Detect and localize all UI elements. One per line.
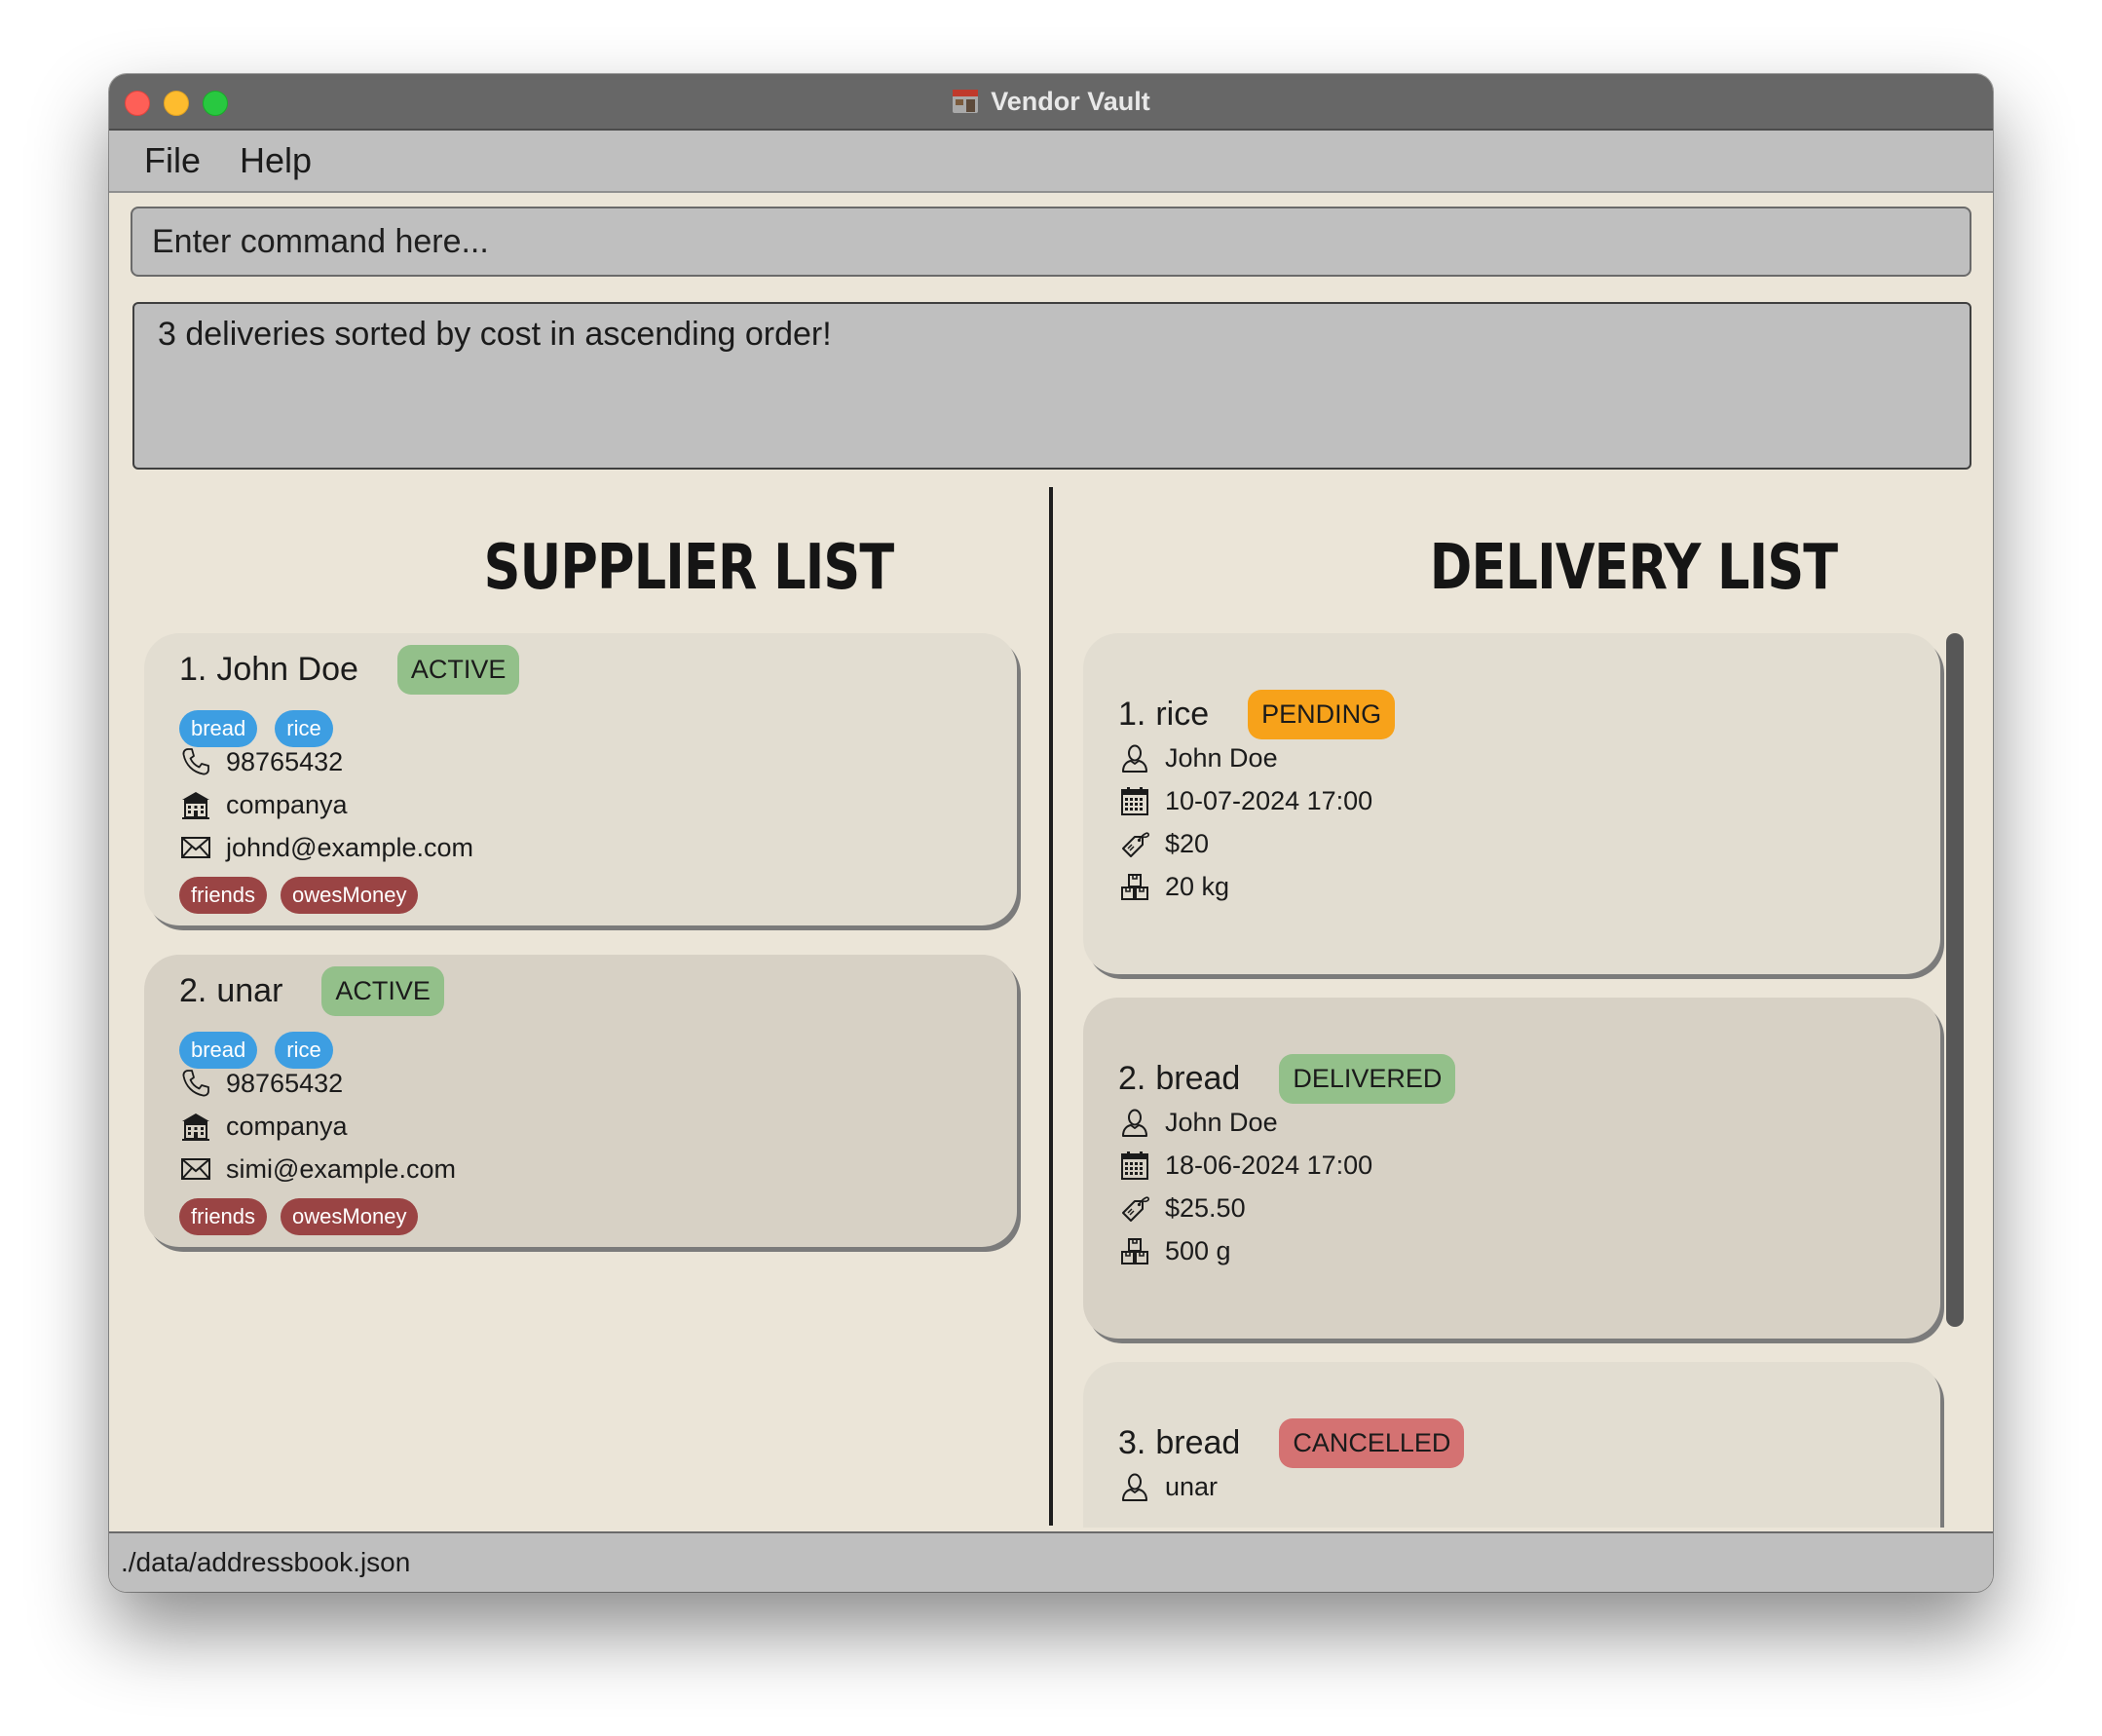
delivery-index: 2. bbox=[1118, 1060, 1146, 1097]
tag: owesMoney bbox=[281, 877, 419, 915]
person-icon bbox=[1118, 1107, 1151, 1138]
supplier-company: companya bbox=[226, 1111, 348, 1141]
app-window: Vendor Vault File Help 3 deliveries sort… bbox=[109, 74, 1993, 1592]
delivery-supplier: unar bbox=[1165, 1471, 1219, 1501]
supplier-email: simi@example.com bbox=[226, 1153, 456, 1184]
delivery-list[interactable]: 1. rice PENDING John Doe 10-07-2024 17:0… bbox=[1083, 583, 1979, 1528]
product-tag: rice bbox=[275, 710, 333, 748]
delivery-date: 18-06-2024 17:00 bbox=[1165, 1150, 1373, 1180]
tag: owesMoney bbox=[281, 1198, 419, 1236]
status-badge: ACTIVE bbox=[396, 645, 520, 695]
status-badge: DELIVERED bbox=[1279, 1054, 1456, 1104]
supplier-list-title: SUPPLIER LIST bbox=[483, 532, 895, 604]
tag: friends bbox=[179, 1198, 268, 1236]
delivery-card[interactable]: 2. bread DELIVERED John Doe 18-06-2024 1… bbox=[1083, 998, 1940, 1339]
calendar-icon bbox=[1118, 785, 1151, 816]
delivery-cost: $25.50 bbox=[1165, 1192, 1246, 1223]
supplier-index: 1. bbox=[179, 651, 207, 688]
result-display: 3 deliveries sorted by cost in ascending… bbox=[132, 302, 1971, 470]
boxes-icon bbox=[1118, 871, 1151, 902]
supplier-email: johnd@example.com bbox=[226, 832, 474, 862]
status-badge: ACTIVE bbox=[321, 966, 444, 1016]
delivery-index: 1. bbox=[1118, 696, 1146, 733]
status-badge: PENDING bbox=[1248, 690, 1396, 739]
panel-divider bbox=[1049, 487, 1053, 1526]
delivery-index: 3. bbox=[1118, 1424, 1146, 1461]
tag: friends bbox=[179, 877, 268, 915]
product-tag: bread bbox=[179, 1032, 258, 1070]
mail-icon bbox=[179, 832, 212, 863]
price-tag-icon bbox=[1118, 1192, 1151, 1224]
command-box bbox=[131, 207, 1971, 277]
person-icon bbox=[1118, 1471, 1151, 1502]
delivery-supplier: John Doe bbox=[1165, 742, 1278, 773]
product-tag: rice bbox=[275, 1032, 333, 1070]
menu-help[interactable]: Help bbox=[240, 140, 312, 181]
delivery-product: rice bbox=[1155, 696, 1210, 733]
menu-file[interactable]: File bbox=[144, 140, 201, 181]
delivery-cost: $20 bbox=[1165, 828, 1210, 858]
supplier-phone: 98765432 bbox=[226, 746, 344, 776]
delivery-product: bread bbox=[1155, 1424, 1241, 1461]
supplier-name: unar bbox=[216, 972, 283, 1009]
window-title: Vendor Vault bbox=[991, 86, 1150, 116]
delivery-card[interactable]: 1. rice PENDING John Doe 10-07-2024 17:0… bbox=[1083, 633, 1940, 974]
boxes-icon bbox=[1118, 1235, 1151, 1266]
product-tag: bread bbox=[179, 710, 258, 748]
person-icon bbox=[1118, 742, 1151, 774]
delivery-supplier: John Doe bbox=[1165, 1107, 1278, 1137]
calendar-icon bbox=[1118, 1150, 1151, 1181]
price-tag-icon bbox=[1118, 828, 1151, 859]
supplier-card[interactable]: 1. John Doe ACTIVE bread rice 98765432 c… bbox=[144, 633, 1017, 925]
supplier-phone: 98765432 bbox=[226, 1068, 344, 1098]
status-badge: CANCELLED bbox=[1279, 1418, 1465, 1468]
app-icon bbox=[953, 90, 979, 113]
supplier-card[interactable]: 2. unar ACTIVE bread rice 98765432 compa… bbox=[144, 955, 1017, 1247]
supplier-name: John Doe bbox=[216, 651, 358, 688]
delivery-quantity: 500 g bbox=[1165, 1235, 1231, 1265]
menu-bar: File Help bbox=[109, 131, 1993, 193]
delivery-card[interactable]: 3. bread CANCELLED unar bbox=[1083, 1362, 1940, 1528]
data-file-path: ./data/addressbook.json bbox=[121, 1547, 411, 1577]
phone-icon bbox=[179, 1068, 212, 1099]
mail-icon bbox=[179, 1153, 212, 1185]
supplier-index: 2. bbox=[179, 972, 207, 1009]
delivery-product: bread bbox=[1155, 1060, 1241, 1097]
building-icon bbox=[179, 1111, 212, 1142]
supplier-company: companya bbox=[226, 789, 348, 819]
building-icon bbox=[179, 789, 212, 820]
delivery-date: 10-07-2024 17:00 bbox=[1165, 785, 1373, 815]
delivery-quantity: 20 kg bbox=[1165, 871, 1230, 901]
title-bar: Vendor Vault bbox=[109, 74, 1993, 131]
delivery-scrollbar[interactable] bbox=[1946, 633, 1964, 1327]
phone-icon bbox=[179, 746, 212, 777]
status-bar: ./data/addressbook.json bbox=[109, 1531, 1993, 1592]
command-input[interactable] bbox=[132, 208, 1970, 275]
